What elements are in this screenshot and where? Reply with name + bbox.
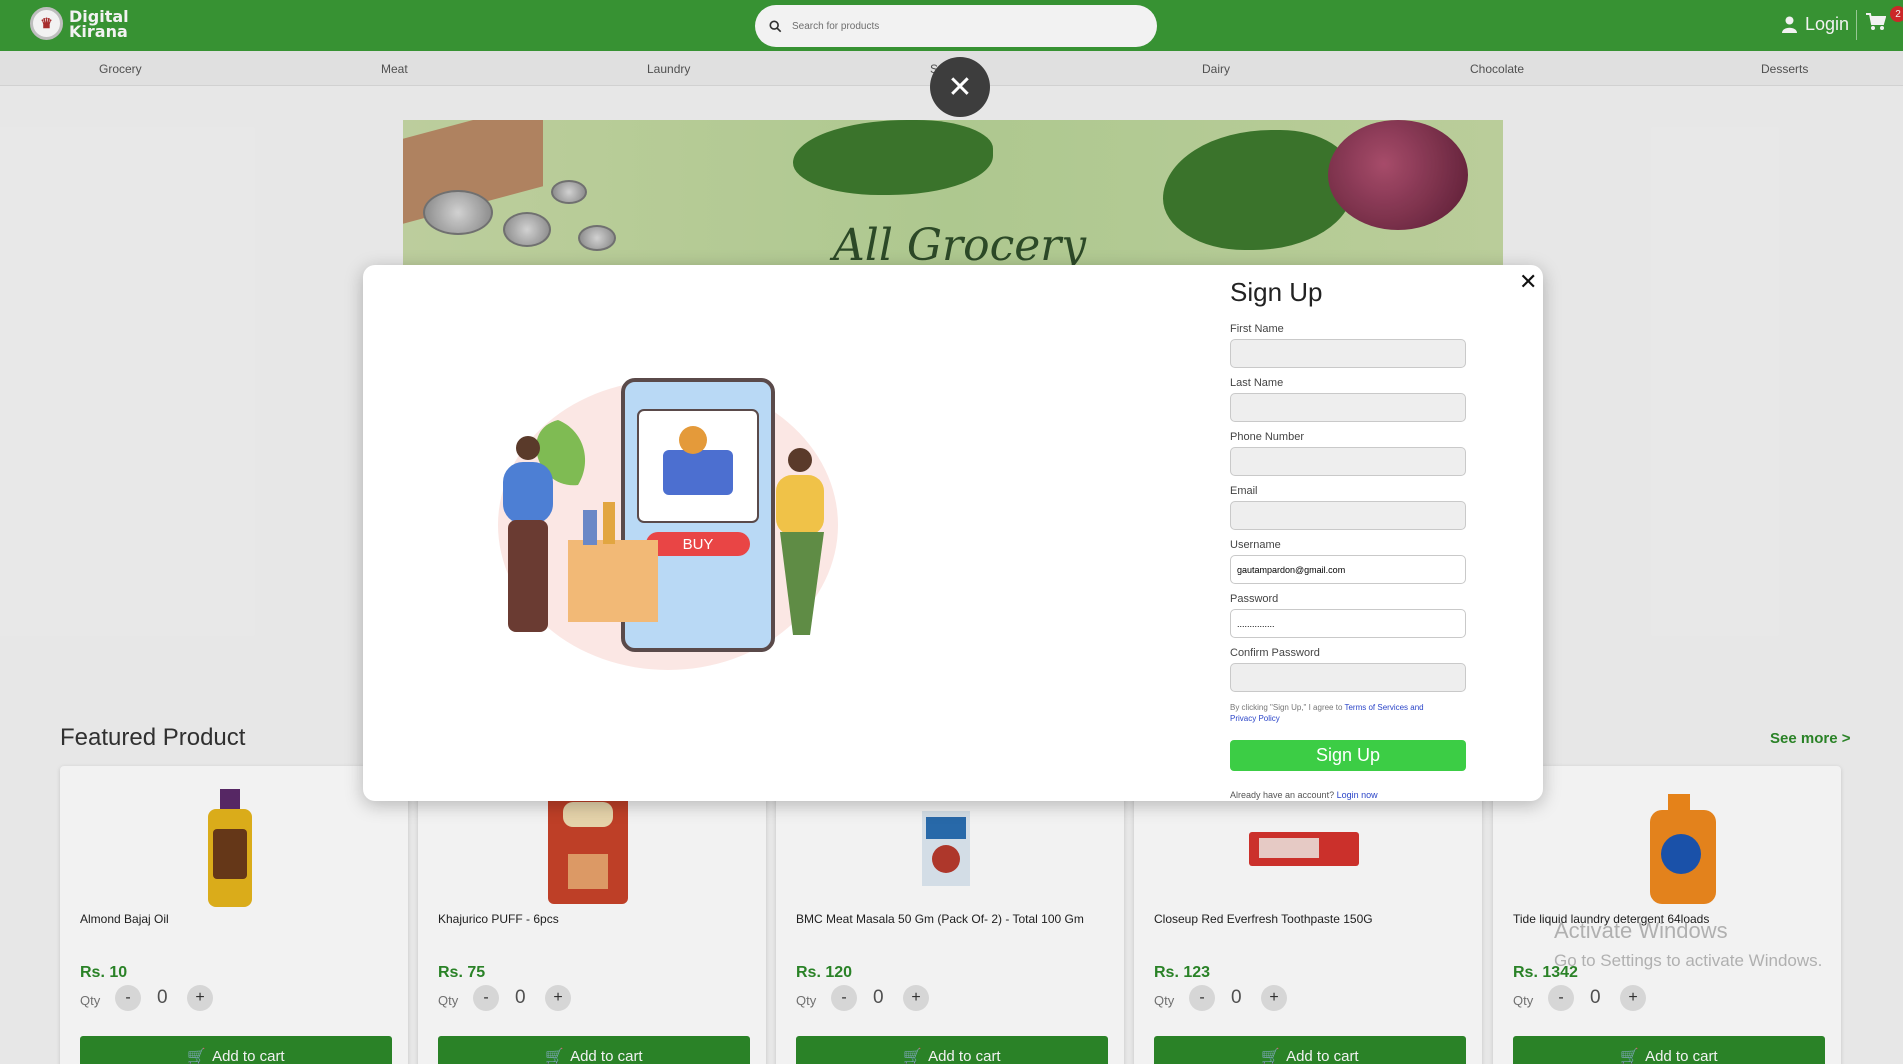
confirm-password-field[interactable] xyxy=(1230,663,1466,692)
email-label: Email xyxy=(1230,485,1258,497)
phone-field[interactable] xyxy=(1230,447,1466,476)
username-label: Username xyxy=(1230,539,1281,551)
signup-modal: ✕ BUY Sign Up First Name Last Name Phone… xyxy=(363,265,1543,801)
password-label: Password xyxy=(1230,593,1279,605)
overlay-close-button[interactable]: ✕ xyxy=(930,57,990,117)
last-name-label: Last Name xyxy=(1230,377,1284,389)
email-field[interactable] xyxy=(1230,501,1466,530)
signup-title: Sign Up xyxy=(1230,277,1323,307)
modal-close-icon[interactable]: ✕ xyxy=(1519,269,1537,295)
login-now-link[interactable]: Login now xyxy=(1337,790,1378,800)
confirm-password-label: Confirm Password xyxy=(1230,647,1320,659)
password-field[interactable] xyxy=(1230,609,1466,638)
phone-label: Phone Number xyxy=(1230,431,1304,443)
first-name-label: First Name xyxy=(1230,323,1284,335)
buy-button-label: BUY xyxy=(683,536,714,553)
username-field[interactable] xyxy=(1230,555,1466,584)
signup-form: Sign Up First Name Last Name Phone Numbe… xyxy=(1230,277,1470,800)
last-name-field[interactable] xyxy=(1230,393,1466,422)
terms-notice: By clicking "Sign Up," I agree to Terms … xyxy=(1230,703,1424,723)
shopping-illustration: BUY xyxy=(498,378,838,670)
first-name-field[interactable] xyxy=(1230,339,1466,368)
login-prompt: Already have an account? Login now xyxy=(1230,790,1378,800)
signup-submit-button[interactable]: Sign Up xyxy=(1230,740,1466,771)
